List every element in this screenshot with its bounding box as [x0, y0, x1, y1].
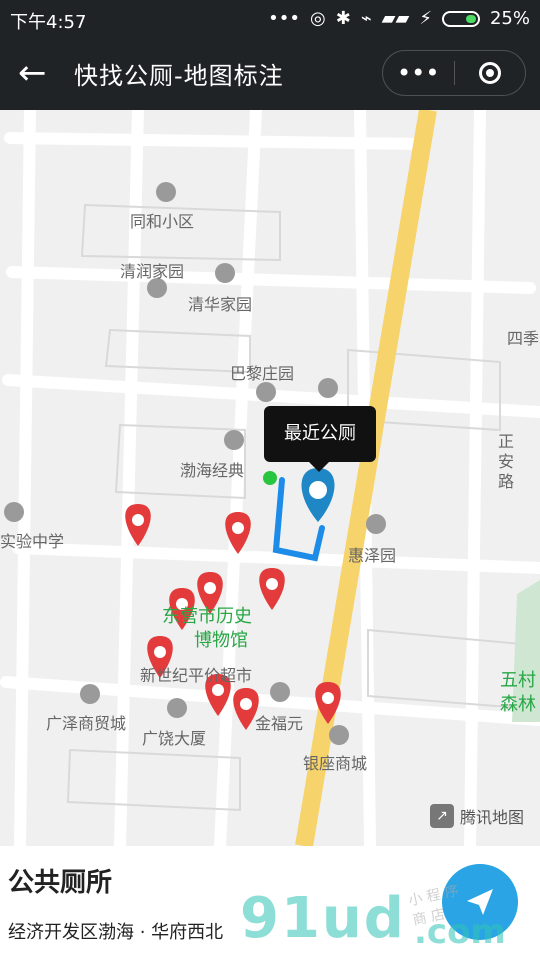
poi-label: 实验中学	[0, 532, 65, 551]
poi-label: 银座商城	[303, 754, 368, 773]
map-brand: ↗ 腾讯地图	[430, 804, 524, 828]
place-title: 公共厕所	[8, 868, 113, 898]
send-arrow-icon	[467, 889, 493, 915]
menu-more-icon[interactable]: •••	[383, 50, 454, 96]
charging-icon: ⚡	[419, 8, 432, 29]
battery-icon	[441, 10, 480, 27]
toilet-marker[interactable]	[259, 568, 285, 610]
mini-program-capsule: •••	[382, 50, 526, 96]
status-icons: ••• ◎ ✱ ⌁ ▰▰ ⚡ 25%	[268, 8, 530, 29]
battery-percent: 25%	[489, 8, 530, 29]
poi-label: 金福元	[255, 714, 304, 733]
navigate-button[interactable]	[442, 864, 518, 940]
poi-label: 五村	[500, 670, 536, 691]
wifi-icon: ⌁	[360, 8, 372, 29]
nearest-toilet-marker[interactable]	[301, 468, 335, 522]
poi-label: 博物馆	[194, 630, 248, 651]
back-arrow-icon[interactable]: ←	[18, 54, 56, 92]
nearest-toilet-tooltip: 最近公厕	[264, 406, 376, 472]
poi-label: 清华家园	[188, 295, 253, 314]
poi-label: 巴黎庄园	[230, 364, 295, 383]
poi-label: 广泽商贸城	[46, 714, 127, 733]
tencent-map-logo-icon: ↗	[430, 804, 454, 828]
poi-label: 森林	[500, 694, 536, 715]
more-icon: •••	[268, 8, 300, 29]
page-title: 快找公厕-地图标注	[74, 62, 284, 90]
poi-label: 广饶大厦	[142, 729, 207, 748]
poi-label: 四季	[507, 329, 540, 348]
poi-label: 东营市历史	[162, 606, 252, 627]
status-time: 下午4:57	[10, 12, 87, 33]
poi-label: 同和小区	[130, 212, 195, 231]
poi-label: 渤海经典	[180, 461, 245, 480]
signal-icon: ▰▰	[381, 8, 410, 29]
close-target-button[interactable]	[455, 62, 526, 84]
poi-label: 正安路	[498, 432, 515, 491]
map-brand-label: 腾讯地图	[460, 808, 525, 827]
map-canvas	[0, 110, 540, 846]
cast-icon: ◎	[310, 8, 326, 29]
map-view[interactable]: 同和小区 清润家园 清华家园 巴黎庄园 渤海经典 惠泽园 实验中学 广泽商贸城 …	[0, 110, 540, 846]
poi-label: 清润家园	[120, 262, 185, 281]
target-icon	[478, 62, 501, 84]
bottom-panel: 公共厕所 经济开发区渤海 · 华府西北	[0, 846, 540, 960]
status-bar: 下午4:57 ••• ◎ ✱ ⌁ ▰▰ ⚡ 25%	[0, 0, 540, 38]
place-address: 经济开发区渤海 · 华府西北	[8, 922, 224, 943]
bluetooth-icon: ✱	[335, 8, 351, 29]
poi-label: 惠泽园	[348, 546, 397, 565]
poi-label: 新世纪平价超市	[140, 666, 253, 685]
nav-bar: ← 快找公厕-地图标注 •••	[0, 38, 540, 110]
